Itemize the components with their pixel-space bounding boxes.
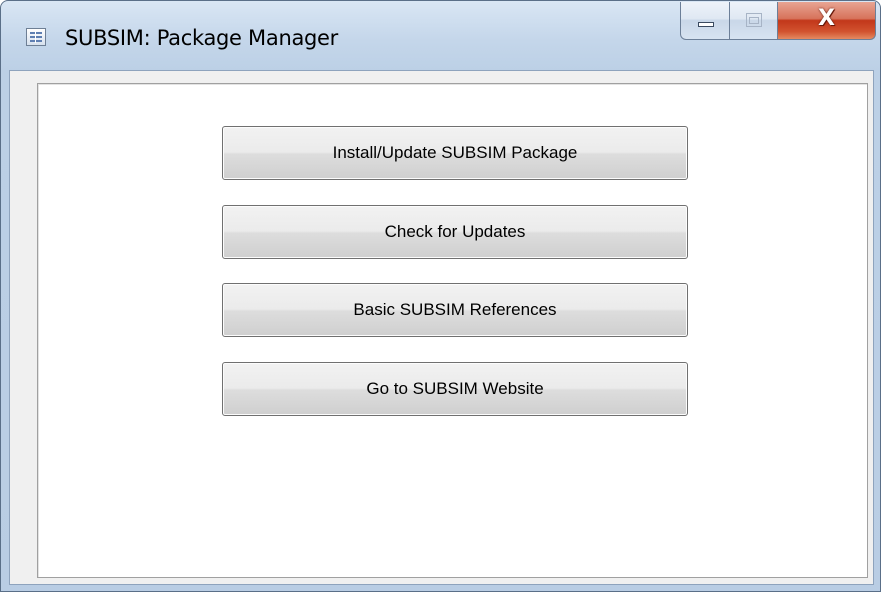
title-bar[interactable]: SUBSIM: Package Manager X <box>1 1 880 71</box>
maximize-icon <box>746 13 762 27</box>
close-icon: X <box>818 6 835 31</box>
package-manager-window: SUBSIM: Package Manager X Install/Update… <box>0 0 881 592</box>
basic-references-button[interactable]: Basic SUBSIM References <box>222 283 688 337</box>
close-button[interactable]: X <box>778 2 876 40</box>
go-to-website-button[interactable]: Go to SUBSIM Website <box>222 362 688 416</box>
install-update-package-button[interactable]: Install/Update SUBSIM Package <box>222 126 688 180</box>
minimize-button[interactable] <box>680 2 730 40</box>
maximize-button[interactable] <box>730 2 778 40</box>
window-controls: X <box>680 2 876 42</box>
window-title: SUBSIM: Package Manager <box>65 26 339 50</box>
form-window-icon[interactable] <box>26 28 46 46</box>
check-for-updates-button[interactable]: Check for Updates <box>222 205 688 259</box>
buttons-panel: Install/Update SUBSIM Package Check for … <box>37 83 868 578</box>
minimize-icon <box>698 22 714 27</box>
client-area: Install/Update SUBSIM Package Check for … <box>9 70 874 585</box>
